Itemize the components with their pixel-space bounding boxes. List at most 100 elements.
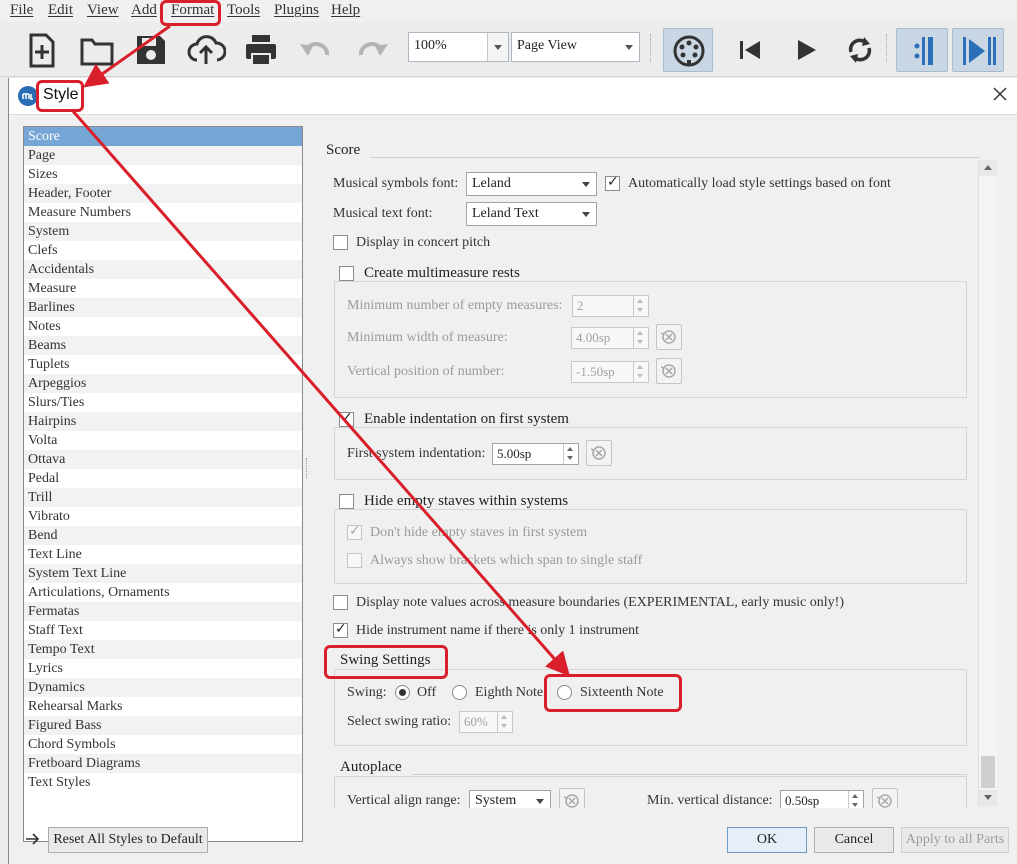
list-item[interactable]: Chord Symbols [24, 735, 302, 754]
stepper-icon[interactable] [497, 712, 512, 732]
list-item[interactable]: Lyrics [24, 659, 302, 678]
stepper-icon[interactable] [633, 362, 648, 382]
reset-vertical-align-button[interactable] [559, 788, 585, 808]
reset-vertical-position-button[interactable] [656, 358, 682, 384]
scroll-up-icon[interactable] [979, 160, 997, 176]
view-mode-combo[interactable]: Page View [511, 32, 640, 62]
list-item[interactable]: Arpeggios [24, 374, 302, 393]
list-item[interactable]: Score [24, 127, 302, 146]
stepper-icon[interactable] [633, 328, 648, 348]
menu-view[interactable]: View [87, 2, 119, 19]
style-category-list[interactable]: Score Page Sizes Header, Footer Measure … [23, 126, 303, 842]
cloud-upload-icon[interactable] [186, 30, 226, 70]
apply-to-all-parts-button[interactable]: Apply to all Parts [901, 827, 1009, 853]
stepper-icon[interactable] [633, 296, 648, 316]
list-item[interactable]: Tempo Text [24, 640, 302, 659]
swing-eighth-radio[interactable] [452, 685, 467, 700]
scroll-thumb[interactable] [981, 756, 995, 788]
always-show-brackets-checkbox[interactable] [347, 553, 362, 568]
close-icon[interactable] [992, 86, 1008, 102]
list-item[interactable]: Fretboard Diagrams [24, 754, 302, 773]
list-item[interactable]: Rehearsal Marks [24, 697, 302, 716]
undo-icon[interactable] [296, 30, 336, 70]
list-item[interactable]: Hairpins [24, 412, 302, 431]
reset-min-vertical-button[interactable] [872, 788, 898, 808]
stepper-icon[interactable] [563, 444, 578, 464]
list-item[interactable]: Clefs [24, 241, 302, 260]
list-item[interactable]: Measure Numbers [24, 203, 302, 222]
list-item[interactable]: Measure [24, 279, 302, 298]
list-item[interactable]: System [24, 222, 302, 241]
list-item[interactable]: Figured Bass [24, 716, 302, 735]
list-item[interactable]: Text Line [24, 545, 302, 564]
menu-edit[interactable]: Edit [48, 2, 73, 19]
new-score-icon[interactable] [22, 30, 62, 70]
list-item[interactable]: Articulations, Ornaments [24, 583, 302, 602]
menu-help[interactable]: Help [331, 2, 360, 19]
open-folder-icon[interactable] [77, 30, 117, 70]
midi-input-icon[interactable] [663, 28, 713, 72]
menu-file[interactable]: File [10, 2, 33, 19]
multimeasure-rests-checkbox[interactable] [339, 266, 354, 281]
indentation-checkbox[interactable]: ✓ [339, 410, 354, 427]
menu-tools[interactable]: Tools [227, 2, 260, 19]
list-item[interactable]: Ottava [24, 450, 302, 469]
hide-empty-staves-checkbox[interactable] [339, 494, 354, 509]
list-item[interactable]: Volta [24, 431, 302, 450]
dont-hide-first-system-checkbox[interactable]: ✓ [347, 523, 362, 540]
list-item[interactable]: Tuplets [24, 355, 302, 374]
list-item[interactable]: Vibrato [24, 507, 302, 526]
list-item[interactable]: Staff Text [24, 621, 302, 640]
auto-load-style-checkbox[interactable]: ✓ [605, 174, 620, 191]
concert-pitch-checkbox[interactable] [333, 235, 348, 250]
stepper-icon[interactable] [848, 791, 863, 808]
musical-text-font-select[interactable]: Leland Text [466, 202, 597, 226]
repeat-playback-icon[interactable] [896, 28, 948, 72]
ok-button[interactable]: OK [727, 827, 807, 853]
list-item[interactable]: Page [24, 146, 302, 165]
list-item[interactable]: Slurs/Ties [24, 393, 302, 412]
pane-scrollbar[interactable] [978, 160, 997, 806]
zoom-combo[interactable]: 100% [408, 32, 509, 62]
note-values-across-barlines-checkbox[interactable] [333, 595, 348, 610]
cancel-button[interactable]: Cancel [814, 827, 894, 853]
chevron-down-icon[interactable] [619, 33, 639, 61]
min-vertical-distance-spinner[interactable]: 0.50sp [780, 790, 864, 808]
musical-symbols-font-select[interactable]: Leland [466, 172, 597, 196]
list-item[interactable]: Pedal [24, 469, 302, 488]
save-icon[interactable] [131, 30, 171, 70]
menu-add[interactable]: Add [131, 2, 157, 19]
list-item[interactable]: Trill [24, 488, 302, 507]
reset-all-styles-button[interactable]: Reset All Styles to Default [48, 827, 208, 853]
min-width-measure-spinner[interactable]: 4.00sp [571, 327, 649, 349]
play-icon[interactable] [786, 30, 826, 70]
list-item[interactable]: Dynamics [24, 678, 302, 697]
swing-off-radio[interactable] [395, 685, 410, 700]
chevron-down-icon[interactable] [487, 33, 508, 61]
first-system-indentation-spinner[interactable]: 5.00sp [492, 443, 579, 465]
list-item[interactable]: System Text Line [24, 564, 302, 583]
hide-instrument-name-checkbox[interactable]: ✓ [333, 621, 348, 638]
list-item[interactable]: Header, Footer [24, 184, 302, 203]
list-item[interactable]: Beams [24, 336, 302, 355]
list-item[interactable]: Barlines [24, 298, 302, 317]
swing-ratio-spinner[interactable]: 60% [459, 711, 513, 733]
pan-score-icon[interactable] [952, 28, 1004, 72]
list-item[interactable]: Sizes [24, 165, 302, 184]
list-item[interactable]: Text Styles [24, 773, 302, 792]
list-item[interactable]: Accidentals [24, 260, 302, 279]
rewind-icon[interactable] [730, 30, 770, 70]
scroll-down-icon[interactable] [979, 790, 997, 806]
vertical-align-range-select[interactable]: System [469, 790, 551, 808]
list-item[interactable]: Bend [24, 526, 302, 545]
min-empty-measures-spinner[interactable]: 2 [572, 295, 649, 317]
reset-min-width-button[interactable] [656, 324, 682, 350]
redo-icon[interactable] [352, 30, 392, 70]
loop-icon[interactable] [840, 30, 880, 70]
reset-indentation-button[interactable] [586, 440, 612, 466]
list-item[interactable]: Notes [24, 317, 302, 336]
list-item[interactable]: Fermatas [24, 602, 302, 621]
splitter-handle[interactable] [306, 458, 310, 478]
vertical-position-number-spinner[interactable]: -1.50sp [571, 361, 649, 383]
menu-plugins[interactable]: Plugins [274, 2, 319, 19]
